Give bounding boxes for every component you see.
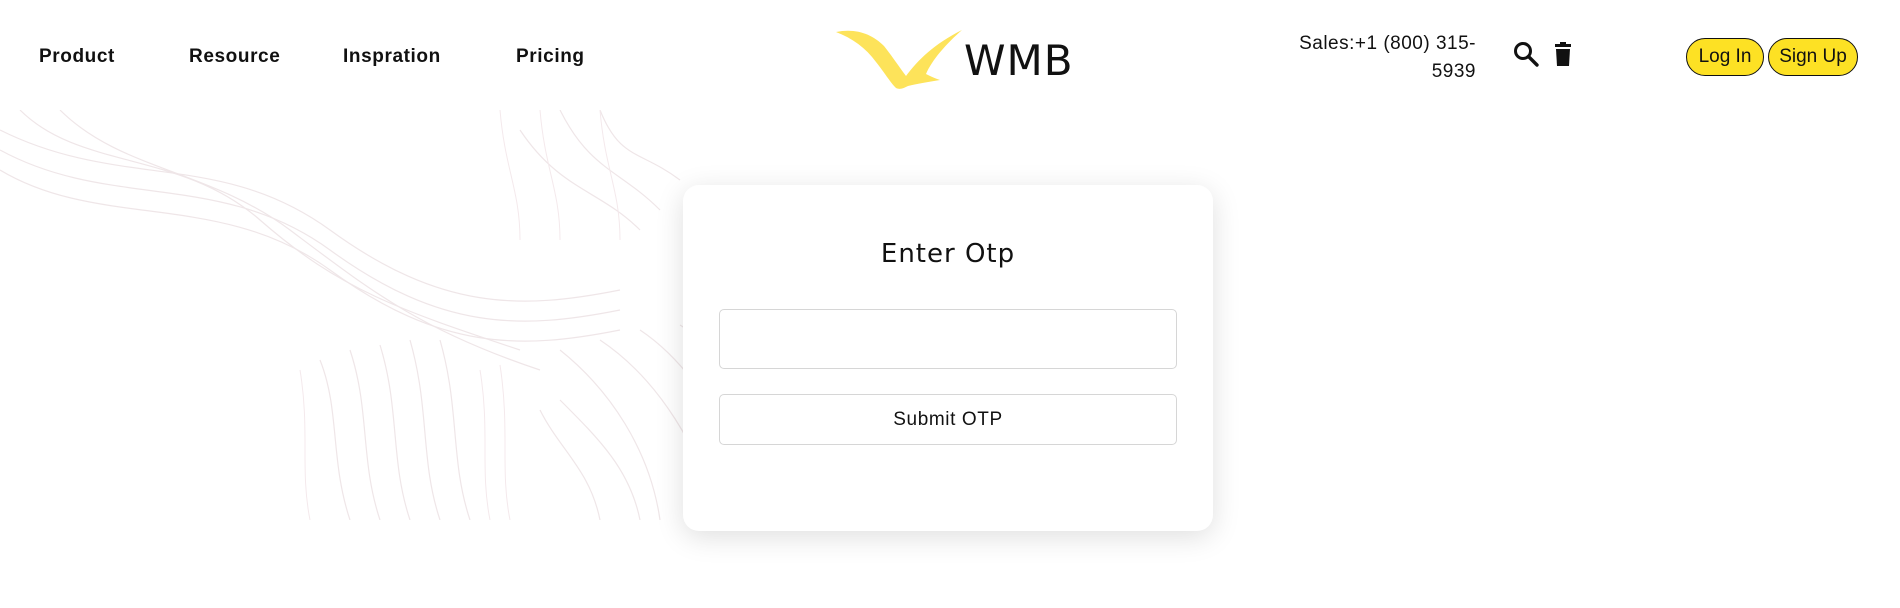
brand-logo[interactable]: WMB bbox=[834, 26, 1073, 90]
sales-phone-line1: Sales:+1 (800) 315- bbox=[1299, 33, 1476, 54]
trash-icon[interactable] bbox=[1550, 40, 1578, 68]
otp-input[interactable] bbox=[719, 309, 1177, 369]
submit-otp-button[interactable]: Submit OTP bbox=[719, 394, 1177, 445]
nav-item-resource[interactable]: Resource bbox=[189, 46, 280, 68]
brand-wordmark: WMB bbox=[964, 36, 1074, 85]
login-button[interactable]: Log In bbox=[1686, 38, 1764, 76]
bird-logo-icon bbox=[836, 30, 962, 89]
sales-phone-line2: 5939 bbox=[1431, 61, 1476, 82]
nav-item-inspration[interactable]: Inspration bbox=[343, 46, 441, 68]
nav-item-product[interactable]: Product bbox=[39, 46, 115, 68]
otp-card: Enter Otp Submit OTP bbox=[683, 185, 1213, 531]
site-header: Product Resource Inspration Pricing WMB … bbox=[0, 0, 1900, 116]
signup-button[interactable]: Sign Up bbox=[1768, 38, 1858, 76]
nav-item-pricing[interactable]: Pricing bbox=[516, 46, 585, 68]
sales-phone: Sales:+1 (800) 315- 5939 bbox=[1270, 30, 1476, 86]
search-icon[interactable] bbox=[1512, 40, 1540, 68]
page: Product Resource Inspration Pricing WMB … bbox=[0, 0, 1900, 608]
otp-card-title: Enter Otp bbox=[880, 239, 1016, 269]
